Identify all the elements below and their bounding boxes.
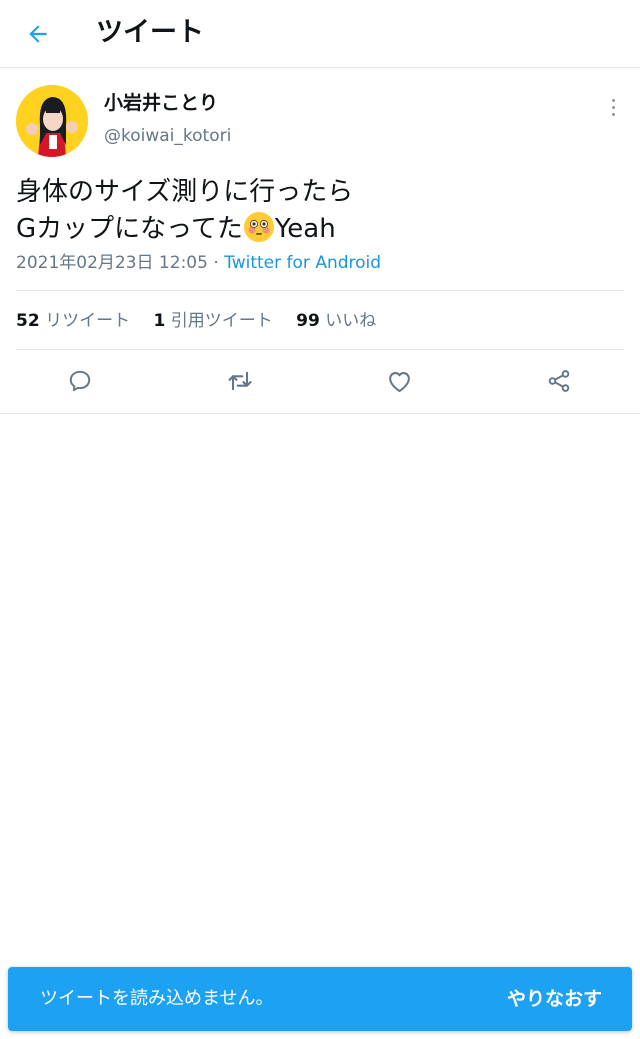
divider bbox=[16, 290, 624, 291]
likes-stat[interactable]: 99 いいね bbox=[296, 310, 376, 332]
error-toast: ツイートを読み込めません。 やりなおす bbox=[8, 967, 632, 1031]
quotes-label: 引用ツイート bbox=[170, 311, 273, 331]
more-vertical-icon bbox=[611, 98, 615, 102]
retweet-button[interactable] bbox=[223, 364, 257, 398]
quotes-stat[interactable]: 1 引用ツイート bbox=[153, 310, 272, 332]
back-button[interactable] bbox=[18, 14, 58, 54]
tweet-text-line1: 身体のサイズ測りに行ったら bbox=[16, 177, 354, 207]
tweet-meta: 2021年02月23日 12:05 · Twitter for Android bbox=[16, 252, 381, 274]
share-icon bbox=[548, 370, 570, 392]
page-title: ツイート bbox=[96, 17, 204, 48]
author-name[interactable]: 小岩井ことり bbox=[104, 90, 218, 116]
toast-message: ツイートを読み込めません。 bbox=[40, 988, 274, 1009]
timestamp: 2021年02月23日 12:05 bbox=[16, 253, 208, 273]
tweet-text-suffix: Yeah bbox=[274, 214, 336, 244]
like-button[interactable] bbox=[382, 364, 416, 398]
tweet-actions bbox=[0, 348, 640, 414]
retweets-count: 52 bbox=[16, 311, 40, 331]
tweet-text: 身体のサイズ測りに行ったら Gカップになってた Yeah bbox=[16, 174, 616, 248]
app-header: ツイート bbox=[0, 0, 640, 68]
arrow-left-icon bbox=[29, 25, 47, 43]
flushed-face-emoji-icon bbox=[243, 212, 274, 242]
likes-count: 99 bbox=[296, 311, 320, 331]
avatar[interactable] bbox=[16, 85, 88, 157]
retweets-stat[interactable]: 52 リツイート bbox=[16, 310, 130, 332]
meta-separator: · bbox=[207, 253, 225, 273]
tweet-text-line2: Gカップになってた bbox=[16, 214, 243, 244]
retry-button[interactable]: やりなおす bbox=[507, 986, 602, 1012]
source-link[interactable]: Twitter for Android bbox=[224, 253, 381, 273]
more-options-button[interactable] bbox=[598, 92, 628, 122]
retweet-icon bbox=[228, 371, 252, 391]
divider bbox=[0, 413, 640, 414]
reply-button[interactable] bbox=[63, 364, 97, 398]
share-button[interactable] bbox=[542, 364, 576, 398]
quotes-count: 1 bbox=[153, 311, 166, 331]
reply-icon bbox=[69, 370, 91, 392]
likes-label: いいね bbox=[325, 311, 377, 331]
author-handle[interactable]: @koiwai_kotori bbox=[104, 125, 231, 147]
tweet-stats: 52 リツイート 1 引用ツイート 99 いいね bbox=[16, 310, 394, 332]
retweets-label: リツイート bbox=[45, 311, 131, 331]
avatar-image bbox=[16, 85, 88, 157]
heart-icon bbox=[388, 371, 410, 392]
